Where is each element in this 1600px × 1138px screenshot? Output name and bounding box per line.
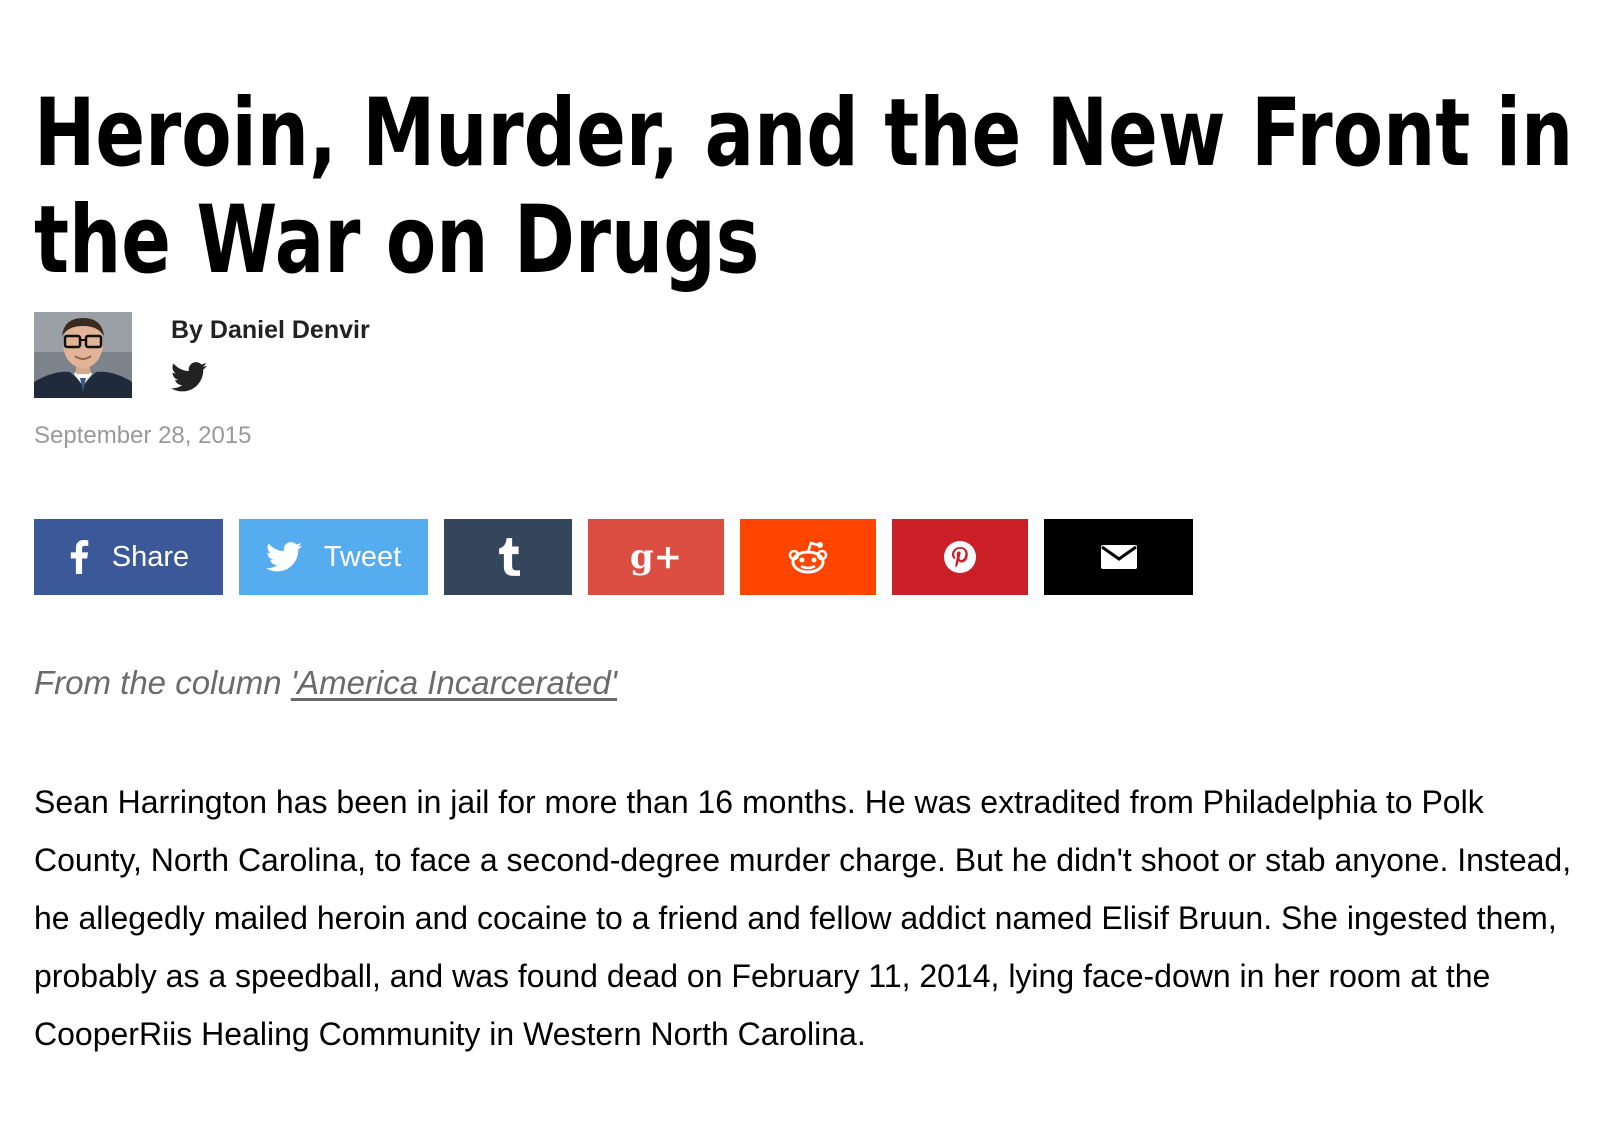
tumblr-icon — [496, 538, 520, 576]
author-photo — [34, 312, 132, 398]
article-lede-paragraph: Sean Harrington has been in jail for mor… — [34, 784, 1572, 1052]
facebook-share-button[interactable]: Share — [34, 519, 223, 595]
pinterest-icon — [943, 540, 977, 574]
column-prefix: From the column — [34, 664, 282, 701]
twitter-share-button[interactable]: Tweet — [239, 519, 428, 595]
column-link[interactable]: 'America Incarcerated' — [291, 664, 617, 701]
email-icon — [1100, 545, 1137, 569]
publish-date: September 28, 2015 — [34, 422, 252, 449]
email-share-button[interactable] — [1044, 519, 1193, 595]
column-kicker: From the column 'America Incarcerated' — [34, 664, 617, 702]
facebook-share-label: Share — [111, 540, 190, 573]
facebook-icon — [68, 540, 90, 574]
author-avatar[interactable] — [34, 312, 132, 398]
pinterest-share-button[interactable] — [892, 519, 1028, 595]
google-plus-icon: g+ — [629, 537, 683, 577]
reddit-icon — [788, 540, 828, 574]
tumblr-share-button[interactable] — [444, 519, 572, 595]
author-name[interactable]: By Daniel Denvir — [171, 316, 370, 345]
author-twitter-icon[interactable] — [171, 362, 207, 392]
share-bar: Share Tweet g+ — [34, 519, 1274, 595]
byline: By Daniel Denvir — [34, 312, 634, 398]
twitter-icon — [265, 542, 302, 572]
article-headline: Heroin, Murder, and the New Front in the… — [34, 79, 1574, 295]
twitter-share-label: Tweet — [323, 540, 402, 573]
reddit-share-button[interactable] — [740, 519, 876, 595]
google-plus-share-button[interactable]: g+ — [588, 519, 724, 595]
